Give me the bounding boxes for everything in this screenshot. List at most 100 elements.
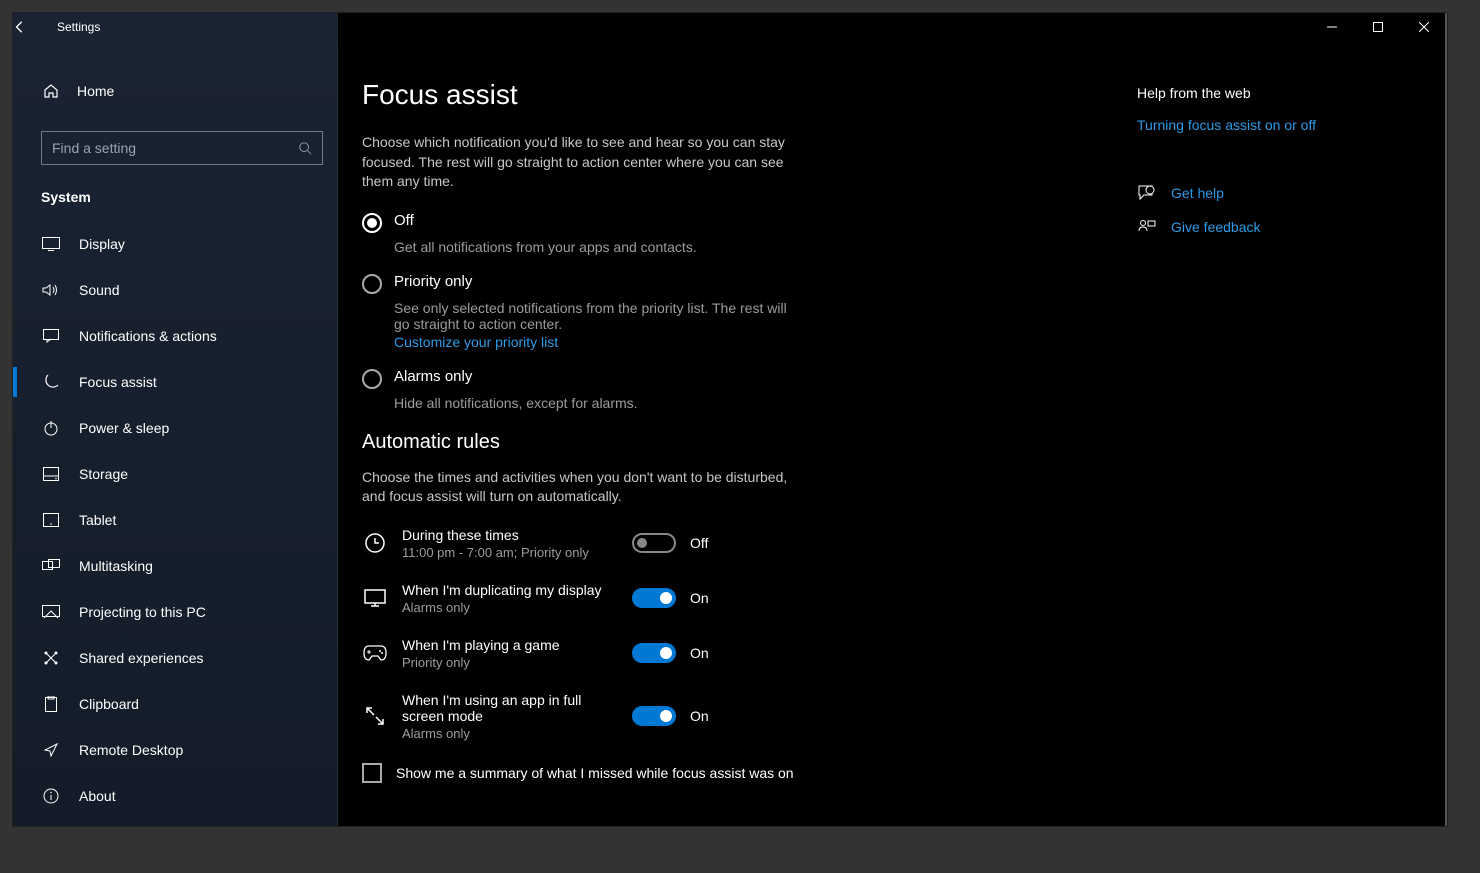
sidebar-item-label: Multitasking bbox=[79, 558, 153, 574]
close-button[interactable] bbox=[1401, 13, 1447, 41]
radio-icon bbox=[362, 369, 382, 389]
titlebar: Settings bbox=[13, 13, 1447, 41]
app-title: Settings bbox=[57, 20, 100, 34]
radio-description: Hide all notifications, except for alarm… bbox=[394, 395, 802, 411]
rule-sub: Alarms only bbox=[402, 600, 612, 615]
notifications-icon bbox=[41, 329, 61, 343]
fullscreen-icon bbox=[362, 703, 388, 729]
page-title: Focus assist bbox=[362, 79, 1137, 111]
toggle-state: Off bbox=[690, 535, 708, 551]
power-icon bbox=[41, 420, 61, 436]
rules-heading: Automatic rules bbox=[362, 431, 1137, 454]
home-nav[interactable]: Home bbox=[13, 71, 337, 111]
sidebar-item-tablet[interactable]: Tablet bbox=[13, 497, 337, 543]
sidebar-item-power[interactable]: Power & sleep bbox=[13, 405, 337, 451]
get-help-link[interactable]: Get help bbox=[1137, 185, 1387, 201]
help-panel: Help from the web Turning focus assist o… bbox=[1137, 79, 1387, 826]
radio-label: Alarms only bbox=[394, 368, 472, 389]
sidebar-section: System bbox=[13, 165, 337, 221]
settings-window: Settings Home Find a setting System Disp… bbox=[12, 12, 1448, 827]
maximize-button[interactable] bbox=[1355, 13, 1401, 41]
toggle-switch[interactable] bbox=[632, 588, 676, 608]
sidebar-item-label: Display bbox=[79, 236, 125, 252]
rule-playing-game[interactable]: When I'm playing a game Priority only On bbox=[362, 637, 1137, 670]
projecting-icon bbox=[41, 605, 61, 619]
sidebar-item-sound[interactable]: Sound bbox=[13, 267, 337, 313]
sidebar-item-display[interactable]: Display bbox=[13, 221, 337, 267]
sidebar-item-label: About bbox=[79, 788, 116, 804]
summary-checkbox-row[interactable]: Show me a summary of what I missed while… bbox=[362, 763, 1137, 783]
minimize-button[interactable] bbox=[1309, 13, 1355, 41]
radio-label: Priority only bbox=[394, 273, 472, 294]
sidebar-item-label: Projecting to this PC bbox=[79, 604, 206, 620]
sidebar-item-label: Storage bbox=[79, 466, 128, 482]
search-placeholder: Find a setting bbox=[52, 140, 136, 156]
rule-sub: Priority only bbox=[402, 655, 612, 670]
radio-alarms[interactable]: Alarms only Hide all notifications, exce… bbox=[362, 368, 802, 411]
sidebar-item-label: Remote Desktop bbox=[79, 742, 183, 758]
radio-icon bbox=[362, 274, 382, 294]
storage-icon bbox=[41, 467, 61, 481]
sidebar-item-label: Power & sleep bbox=[79, 420, 169, 436]
sidebar-item-notifications[interactable]: Notifications & actions bbox=[13, 313, 337, 359]
checkbox-label: Show me a summary of what I missed while… bbox=[396, 765, 794, 781]
radio-label: Off bbox=[394, 212, 414, 233]
back-button[interactable] bbox=[13, 20, 57, 34]
rule-duplicating-display[interactable]: When I'm duplicating my display Alarms o… bbox=[362, 582, 1137, 615]
radio-description: See only selected notifications from the… bbox=[394, 300, 802, 332]
page-description: Choose which notification you'd like to … bbox=[362, 133, 792, 192]
home-icon bbox=[41, 83, 61, 99]
help-icon bbox=[1137, 185, 1157, 201]
display-icon bbox=[41, 237, 61, 251]
remote-icon bbox=[41, 742, 61, 758]
help-heading: Help from the web bbox=[1137, 85, 1387, 101]
rule-title: When I'm using an app in full screen mod… bbox=[402, 692, 612, 724]
feedback-icon bbox=[1137, 219, 1157, 235]
toggle-state: On bbox=[690, 590, 709, 606]
sidebar-item-multitasking[interactable]: Multitasking bbox=[13, 543, 337, 589]
sidebar-item-label: Tablet bbox=[79, 512, 116, 528]
sidebar-item-label: Notifications & actions bbox=[79, 328, 217, 344]
multitasking-icon bbox=[41, 559, 61, 573]
toggle-switch[interactable] bbox=[632, 706, 676, 726]
shared-icon bbox=[41, 650, 61, 666]
main-panel: Focus assist Choose which notification y… bbox=[362, 79, 1137, 826]
rules-description: Choose the times and activities when you… bbox=[362, 468, 792, 507]
sidebar: Home Find a setting System Display Sound… bbox=[13, 41, 338, 826]
sidebar-item-projecting[interactable]: Projecting to this PC bbox=[13, 589, 337, 635]
give-feedback-link[interactable]: Give feedback bbox=[1137, 219, 1387, 235]
radio-description: Get all notifications from your apps and… bbox=[394, 239, 802, 255]
customize-priority-link[interactable]: Customize your priority list bbox=[394, 334, 558, 350]
sidebar-item-label: Sound bbox=[79, 282, 119, 298]
rule-title: When I'm playing a game bbox=[402, 637, 612, 653]
tablet-icon bbox=[41, 513, 61, 527]
toggle-state: On bbox=[690, 645, 709, 661]
search-icon bbox=[298, 141, 312, 155]
link-text: Get help bbox=[1171, 185, 1224, 201]
search-input[interactable]: Find a setting bbox=[41, 131, 323, 165]
sidebar-item-shared[interactable]: Shared experiences bbox=[13, 635, 337, 681]
help-link-focus-assist[interactable]: Turning focus assist on or off bbox=[1137, 117, 1316, 133]
home-label: Home bbox=[77, 83, 114, 99]
rule-during-times[interactable]: During these times 11:00 pm - 7:00 am; P… bbox=[362, 527, 1137, 560]
rule-sub: Alarms only bbox=[402, 726, 612, 741]
toggle-state: On bbox=[690, 708, 709, 724]
sidebar-item-clipboard[interactable]: Clipboard bbox=[13, 681, 337, 727]
scrollbar[interactable] bbox=[1445, 41, 1447, 826]
clipboard-icon bbox=[41, 696, 61, 712]
link-text: Give feedback bbox=[1171, 219, 1261, 235]
toggle-switch[interactable] bbox=[632, 533, 676, 553]
sidebar-item-about[interactable]: About bbox=[13, 773, 337, 819]
sidebar-item-storage[interactable]: Storage bbox=[13, 451, 337, 497]
radio-icon bbox=[362, 213, 382, 233]
rule-fullscreen[interactable]: When I'm using an app in full screen mod… bbox=[362, 692, 1137, 741]
sidebar-item-focus-assist[interactable]: Focus assist bbox=[13, 359, 337, 405]
sound-icon bbox=[41, 283, 61, 297]
sidebar-item-remote[interactable]: Remote Desktop bbox=[13, 727, 337, 773]
radio-off[interactable]: Off Get all notifications from your apps… bbox=[362, 212, 802, 255]
toggle-switch[interactable] bbox=[632, 643, 676, 663]
focus-assist-icon bbox=[41, 374, 61, 390]
sidebar-item-label: Focus assist bbox=[79, 374, 157, 390]
sidebar-item-label: Shared experiences bbox=[79, 650, 204, 666]
radio-priority[interactable]: Priority only See only selected notifica… bbox=[362, 273, 802, 350]
